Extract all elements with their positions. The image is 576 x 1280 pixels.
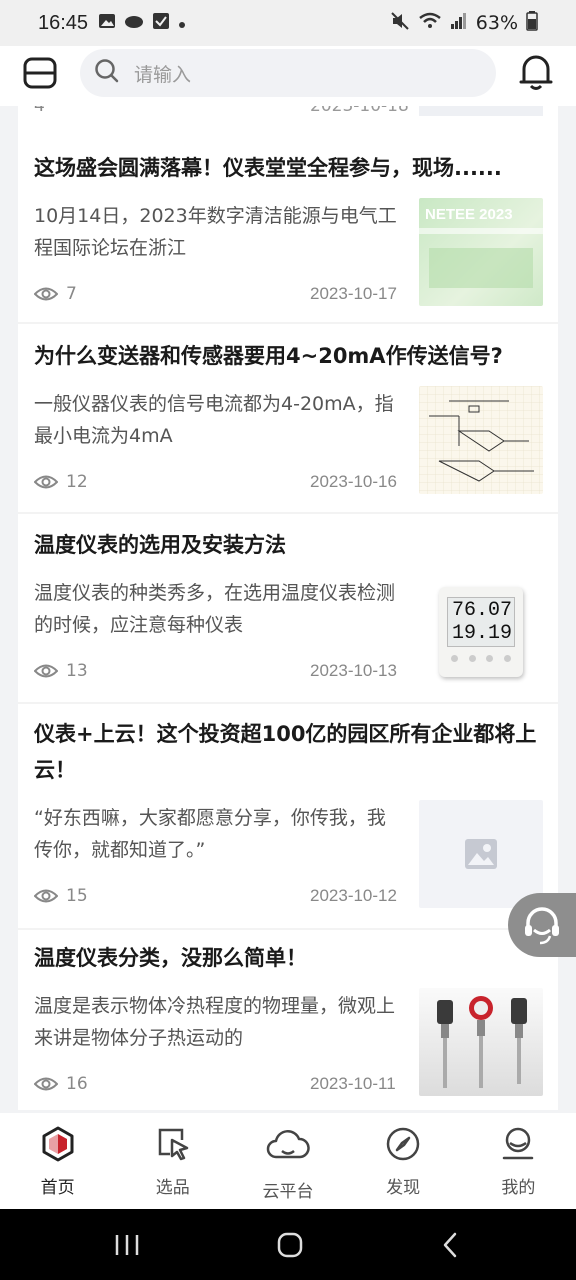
article-feed[interactable]: 4 2023-10-18 这场盛会圆满落幕！仪表堂堂全程参与，现场...... … xyxy=(18,106,558,1110)
article-thumbnail xyxy=(419,988,543,1096)
divider xyxy=(18,512,558,514)
view-count-group: 7 xyxy=(34,284,77,304)
thumbnail-reading-2: 19.19 xyxy=(452,622,513,645)
dot-icon xyxy=(178,12,186,34)
article-title: 温度仪表分类，没那么简单！ xyxy=(34,946,307,970)
article-title: 仪表+上云！这个投资超100亿的园区所有企业都将上云！ xyxy=(34,722,537,782)
article-thumbnail xyxy=(419,386,543,494)
home-button-icon[interactable] xyxy=(276,1231,304,1263)
view-count-group: 16 xyxy=(34,1074,88,1094)
system-navigation-bar xyxy=(0,1209,576,1280)
view-count: 12 xyxy=(66,472,88,492)
view-count-group: 12 xyxy=(34,472,88,492)
tab-home[interactable]: 首页 xyxy=(0,1113,115,1209)
publish-date: 2023-10-13 xyxy=(310,661,397,680)
recent-apps-icon[interactable] xyxy=(114,1233,140,1261)
list-item[interactable]: 4 2023-10-18 xyxy=(18,106,558,120)
headset-icon xyxy=(525,907,559,945)
list-item[interactable]: 温度仪表的选用及安装方法 温度仪表的种类秀多，在选用温度仪表检测的时候，应注意每… xyxy=(18,516,558,688)
cloud-icon xyxy=(266,1130,310,1159)
mute-icon xyxy=(390,11,410,36)
article-summary: 温度是表示物体冷热程度的物理量，微观上来讲是物体分子热运动的 xyxy=(34,995,396,1049)
article-summary: 一般仪器仪表的信号电流都为4-20mA，指最小电流为4mA xyxy=(34,393,394,447)
view-count: 4 xyxy=(34,106,45,116)
eye-icon xyxy=(34,664,58,678)
publish-date: 2023-10-16 xyxy=(310,472,397,491)
select-cursor-icon xyxy=(158,1128,189,1161)
tab-label: 发现 xyxy=(386,1178,421,1198)
tab-cloud-platform[interactable]: 云平台 xyxy=(230,1113,345,1209)
home-icon xyxy=(42,1126,74,1162)
view-count-group: 15 xyxy=(34,886,88,906)
thumbnail-text: NETEE 2023 xyxy=(425,206,513,223)
list-item[interactable]: 温度仪表分类，没那么简单！ 温度是表示物体冷热程度的物理量，微观上来讲是物体分子… xyxy=(18,932,558,1110)
publish-date: 2023-10-17 xyxy=(310,284,397,303)
list-item[interactable]: 为什么变送器和传感器要用4~20mA作传送信号? 一般仪器仪表的信号电流都为4-… xyxy=(18,326,558,498)
tab-label: 我的 xyxy=(501,1178,536,1198)
tab-profile[interactable]: 我的 xyxy=(461,1113,576,1209)
divider xyxy=(18,322,558,324)
compass-icon xyxy=(386,1127,420,1161)
view-count: 13 xyxy=(66,661,88,681)
divider xyxy=(18,702,558,704)
list-item[interactable]: 这场盛会圆满落幕！仪表堂堂全程参与，现场...... 10月14日，2023年数… xyxy=(18,136,558,308)
publish-date: 2023-10-18 xyxy=(310,106,409,116)
publish-date: 2023-10-12 xyxy=(310,886,397,905)
bottom-tab-bar: 首页 选品 云平台 发现 我的 xyxy=(0,1113,576,1209)
search-placeholder: 请输入 xyxy=(134,63,192,86)
status-time: 16:45 xyxy=(38,11,89,34)
view-count: 16 xyxy=(66,1074,88,1094)
menu-icon[interactable] xyxy=(23,56,57,90)
view-count: 15 xyxy=(66,886,88,906)
article-title: 这场盛会圆满落幕！仪表堂堂全程参与，现场...... xyxy=(34,156,502,180)
view-count: 7 xyxy=(66,284,77,304)
article-title: 为什么变送器和传感器要用4~20mA作传送信号? xyxy=(34,344,503,368)
search-icon xyxy=(94,58,120,88)
bell-icon[interactable] xyxy=(518,52,554,92)
search-bar[interactable]: 请输入 xyxy=(80,49,496,97)
wifi-icon xyxy=(418,11,442,36)
image-placeholder-icon xyxy=(465,839,497,869)
article-thumbnail: NETEE 2023 xyxy=(419,198,543,306)
eye-icon xyxy=(34,1077,58,1091)
battery-percent: 63% xyxy=(475,12,518,34)
article-summary: 10月14日，2023年数字清洁能源与电气工程国际论坛在浙江 xyxy=(34,205,397,259)
checkbox-icon xyxy=(152,12,170,35)
eye-icon xyxy=(34,287,58,301)
list-item[interactable]: 仪表+上云！这个投资超100亿的园区所有企业都将上云！ “好东西嘛，大家都愿意分… xyxy=(18,706,558,916)
publish-date: 2023-10-11 xyxy=(310,1074,396,1093)
tab-label: 云平台 xyxy=(262,1182,314,1202)
tab-discover[interactable]: 发现 xyxy=(346,1113,461,1209)
article-summary: 温度仪表的种类秀多，在选用温度仪表检测的时候，应注意每种仪表 xyxy=(34,582,396,636)
eye-icon xyxy=(34,889,58,903)
cloud-status-icon xyxy=(124,12,144,35)
article-thumbnail xyxy=(419,800,543,908)
back-icon[interactable] xyxy=(440,1231,460,1263)
user-icon xyxy=(503,1127,534,1160)
customer-service-button[interactable] xyxy=(508,893,576,957)
article-thumbnail xyxy=(419,106,543,116)
article-title: 温度仪表的选用及安装方法 xyxy=(34,533,286,557)
view-count-group: 13 xyxy=(34,661,88,681)
gallery-icon xyxy=(98,12,116,35)
status-bar: 16:45 63% xyxy=(0,0,576,46)
battery-icon xyxy=(526,10,538,36)
signal-icon xyxy=(450,12,468,35)
tab-label: 首页 xyxy=(40,1178,75,1198)
tab-label: 选品 xyxy=(155,1178,190,1198)
tab-select[interactable]: 选品 xyxy=(115,1113,230,1209)
top-header: 请输入 xyxy=(0,46,576,106)
article-thumbnail: 76.07 19.19 xyxy=(419,575,543,683)
thumbnail-reading-1: 76.07 xyxy=(452,599,513,622)
divider xyxy=(18,928,558,930)
article-summary: “好东西嘛，大家都愿意分享，你传我，我传你，就都知道了。” xyxy=(34,807,386,861)
eye-icon xyxy=(34,475,58,489)
